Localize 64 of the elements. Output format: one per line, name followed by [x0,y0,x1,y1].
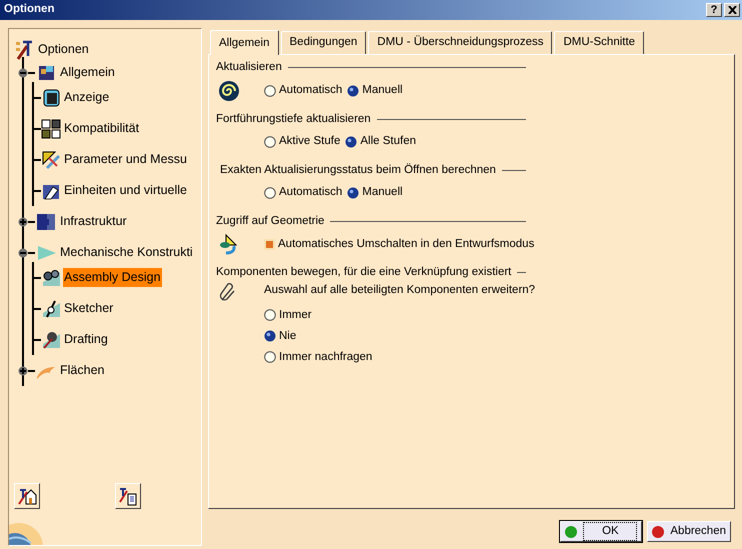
option-label: Automatisches Umschalten in den Entwurfsmodus [278,236,534,252]
geometry-icon [218,233,240,256]
tree-item[interactable]: Optionen [37,40,90,59]
radio-button[interactable] [345,136,358,148]
monitor-icon [41,88,61,108]
group-title: Fortführungstiefe aktualisieren [216,112,371,126]
tree-item[interactable]: Infrastruktur [59,212,128,231]
close-icon [728,6,736,14]
option-label: Automatisch [279,82,342,98]
tab[interactable]: DMU - Überschneidungsprozess [368,31,552,54]
collapse-icon[interactable] [18,248,28,258]
radio-button[interactable] [264,351,276,364]
radio-button[interactable] [347,84,360,96]
option-label: Manuell [362,185,403,200]
group-title: Komponenten bewegen, für die eine Verknüpfung existiert [216,265,512,280]
dialog-button[interactable]: OK [560,521,642,542]
group-title: Aktualisieren [216,60,282,76]
spiral-icon [218,80,240,102]
option-label: Automatisch [279,185,342,200]
tree-item[interactable]: Drafting [63,330,109,349]
tree-item[interactable]: Einheiten und virtuelle [63,181,188,200]
gears-icon [41,268,61,288]
tree-item[interactable]: Assembly Design [63,268,162,287]
gear-drawing-icon [41,330,61,350]
tree-item[interactable]: Flächen [59,361,106,380]
tab[interactable]: Bedingungen [280,31,366,54]
tab[interactable]: Allgemein [210,30,278,56]
tree-item[interactable]: Kompatibilität [63,119,140,138]
option-label: Aktive Stufe [279,134,340,150]
radio-button[interactable] [264,187,276,199]
puzzle-icon [35,212,57,232]
radio-button[interactable] [264,84,276,96]
collapse-icon[interactable] [18,68,28,78]
option-label: Alle Stufen [360,134,416,150]
tab[interactable]: DMU-Schnitte [554,31,644,54]
help-button[interactable]: ? [706,3,722,17]
dialog-button[interactable]: Abbrechen [647,521,731,542]
tree-item[interactable]: Allgemein [59,63,116,82]
radio-button[interactable] [264,309,276,322]
group-title: Zugriff auf Geometrie [216,214,324,229]
radio-button[interactable] [264,330,276,342]
option-label: Immer [279,308,312,323]
option-label: Nie [279,328,296,344]
checkbox[interactable] [264,238,275,250]
pencil-icon [41,298,61,318]
expand-icon[interactable] [18,366,28,376]
document-tool-icon [118,486,138,506]
tree-item[interactable]: Anzeige [63,88,110,107]
home-tool-button[interactable] [14,483,40,509]
tree-item[interactable]: Sketcher [63,299,114,318]
option-label: Manuell [362,82,403,98]
tree-item[interactable]: Parameter und Messu [63,150,188,169]
group-title: Exakten Aktualisierungsstatus beim Öffnen berechnen [220,162,496,178]
house-tool-icon [17,486,37,506]
question-text: Auswahl auf alle beteiligten Komponenten erweitern? [264,282,536,298]
option-label: Immer nachfragen [279,350,372,365]
tree-item[interactable]: Mechanische Konstrukti [59,243,194,262]
tools-icon [15,40,35,60]
radio-button[interactable] [264,136,276,148]
window-title: Optionen [4,2,54,18]
close-button[interactable] [724,3,740,17]
export-tool-button[interactable] [115,483,141,509]
radio-button[interactable] [347,187,360,199]
expand-icon[interactable] [18,216,28,226]
